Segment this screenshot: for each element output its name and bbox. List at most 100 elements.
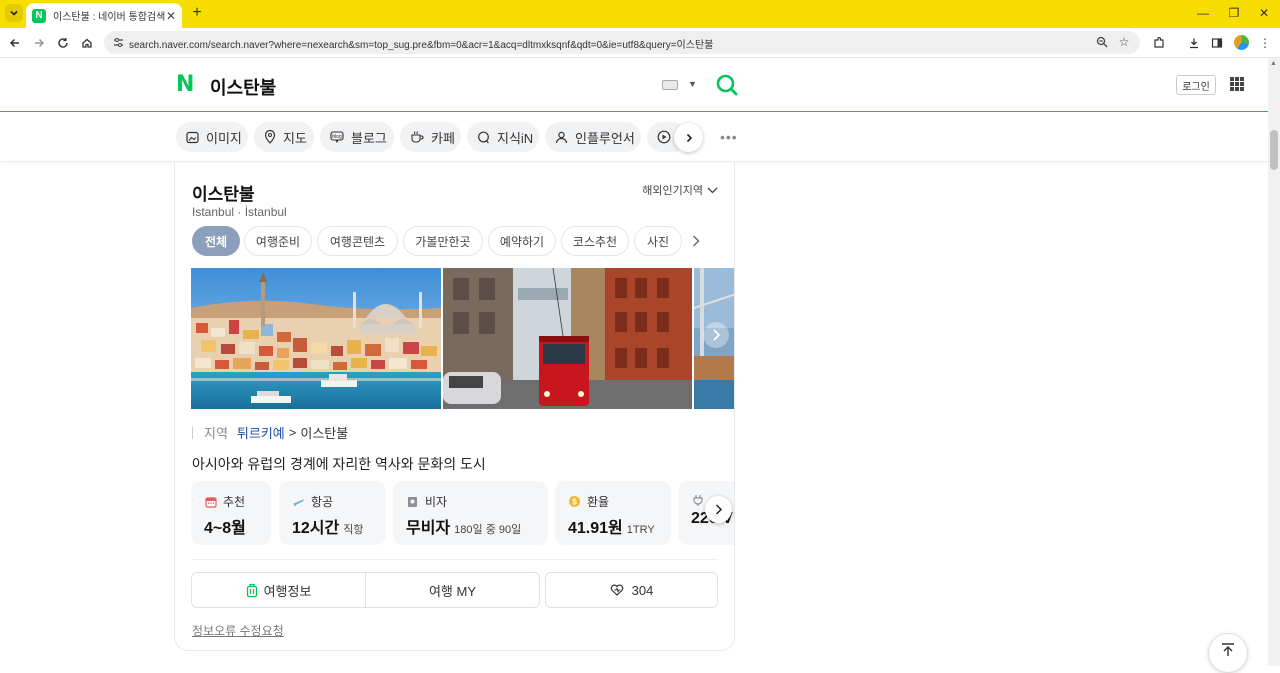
browser-tab[interactable]: N 이스탄불 : 네이버 통합검색 ✕ [26,3,182,28]
tab-title: 이스탄불 : 네이버 통합검색 [53,12,166,23]
search-icon[interactable] [714,72,740,98]
like-count: 304 [631,582,654,598]
subtab-booking[interactable]: 예약하기 [488,226,556,256]
svg-text:$: $ [572,497,577,506]
info-card-exchange[interactable]: $ 환율 41.91원 1TRY [555,481,671,545]
home-icon [82,38,92,48]
gallery-next-button[interactable] [703,322,729,348]
suitcase-icon [246,583,258,598]
region-separator: > [288,425,297,440]
tab-influencer[interactable]: 인플루언서 [545,122,641,152]
login-button[interactable]: 로그인 [1176,75,1216,95]
subtab-prepare[interactable]: 여행준비 [244,226,312,256]
tab-label: 지도 [283,130,307,146]
keyboard-dropdown-icon[interactable]: ▼ [688,79,697,89]
reload-icon [58,38,68,48]
site-info-icon[interactable] [111,35,125,49]
new-tab-button[interactable]: + [188,4,206,22]
tab-label: 이미지 [206,130,242,146]
naver-logo[interactable]: N [176,74,196,96]
tab-label: 카페 [431,130,455,146]
info-card-season[interactable]: 추천 4~8월 [191,481,271,545]
extensions-icon[interactable] [1150,34,1168,52]
subtab-course[interactable]: 코스추천 [561,226,629,256]
coin-icon: $ [568,495,581,508]
region-country-link[interactable]: 튀르키예 [237,423,285,442]
keyboard-icon[interactable] [662,80,678,90]
tab-blog[interactable]: blog 블로그 [320,122,394,152]
svg-text:blog: blog [332,134,342,140]
scroll-to-top-button[interactable] [1208,633,1248,673]
tab-image[interactable]: 이미지 [176,122,248,152]
home-button[interactable] [78,34,96,52]
reload-button[interactable] [54,34,72,52]
info-next-button[interactable] [705,496,732,523]
subtab-next-chevron-icon[interactable] [692,234,700,250]
tab-label: 지식iN [497,130,534,146]
restore-button[interactable]: ❐ [1226,6,1242,20]
info-note: 직항 [343,524,364,536]
report-error-link[interactable]: 정보오류 수정요청 [192,622,284,639]
apps-grid-icon[interactable] [1230,77,1244,91]
subtab-all[interactable]: 전체 [192,226,240,256]
close-window-button[interactable]: ✕ [1256,6,1272,20]
chevron-down-icon [10,10,18,16]
minimize-button[interactable]: — [1195,6,1211,20]
chevron-right-icon [712,329,720,341]
tab-search-button[interactable] [5,4,23,22]
address-bar[interactable]: search.naver.com/search.naver?where=nexe… [104,31,1140,54]
scroll-up-arrow-icon[interactable]: ▲ [1270,60,1277,67]
search-input[interactable]: 이스탄불 [210,74,276,100]
profile-avatar[interactable] [1234,35,1249,50]
scroll-thumb[interactable] [1270,130,1278,170]
chevron-right-icon [686,133,692,142]
like-button[interactable]: 304 [545,572,718,608]
region-filter-dropdown[interactable]: 해외인기지역 [642,182,718,198]
subtab-contents[interactable]: 여행콘텐츠 [317,226,398,256]
region-city: 이스탄불 [300,426,349,441]
browser-menu-icon[interactable]: ⋮ [1256,34,1274,52]
cafe-cup-icon [410,130,424,144]
photo-istanbul-skyline[interactable] [191,268,441,409]
travel-my-button[interactable]: 여행 MY [365,573,539,607]
travel-my-label: 여행 MY [428,583,477,599]
airplane-icon [292,495,305,508]
tabs-next-button[interactable] [674,123,703,152]
arrow-up-icon [1222,643,1234,656]
map-pin-icon [264,130,276,144]
subtab-photos[interactable]: 사진 [634,226,682,256]
travel-info-button[interactable]: 여행정보 [192,573,365,607]
photo-red-tram[interactable] [443,268,692,409]
region-filter-label: 해외인기지역 [642,185,703,197]
url-text[interactable]: search.naver.com/search.naver?where=nexe… [129,36,713,51]
zoom-icon[interactable] [1094,34,1110,50]
browser-toolbar: search.naver.com/search.naver?where=nexe… [0,28,1280,58]
naver-favicon-icon: N [32,8,46,23]
forward-button[interactable] [30,34,48,52]
info-note: 180일 중 90일 [454,524,522,536]
download-icon[interactable] [1185,34,1203,52]
subtab-places[interactable]: 가볼만한곳 [403,226,483,256]
tab-map[interactable]: 지도 [254,122,314,152]
card-title[interactable]: 이스탄불 [192,180,255,205]
tab-close-icon[interactable]: ✕ [166,9,176,23]
back-button[interactable] [6,34,24,52]
travel-info-card: 이스탄불 Istanbul · İstanbul 해외인기지역 전체 여행준비 … [174,163,735,651]
info-value: 무비자 [406,520,451,537]
kin-bubble-icon [477,130,490,144]
heart-icon [610,584,624,596]
arrow-right-icon [35,38,45,48]
tab-cafe[interactable]: 카페 [400,122,461,152]
tab-kin[interactable]: 지식iN [467,122,539,152]
travel-action-group: 여행정보 여행 MY [191,572,540,608]
bookmark-star-icon[interactable]: ☆ [1116,34,1132,50]
info-card-flight[interactable]: 항공 12시간 직항 [279,481,386,545]
info-card-visa[interactable]: 비자 무비자 180일 중 90일 [393,481,548,545]
play-icon [657,130,671,144]
info-value: 4~8월 [204,520,246,537]
blog-icon: blog [330,130,344,144]
card-divider [191,559,718,560]
side-panel-icon[interactable] [1208,34,1226,52]
more-tabs-icon[interactable]: ••• [720,129,738,145]
page-scrollbar[interactable]: ▲ [1268,58,1280,666]
